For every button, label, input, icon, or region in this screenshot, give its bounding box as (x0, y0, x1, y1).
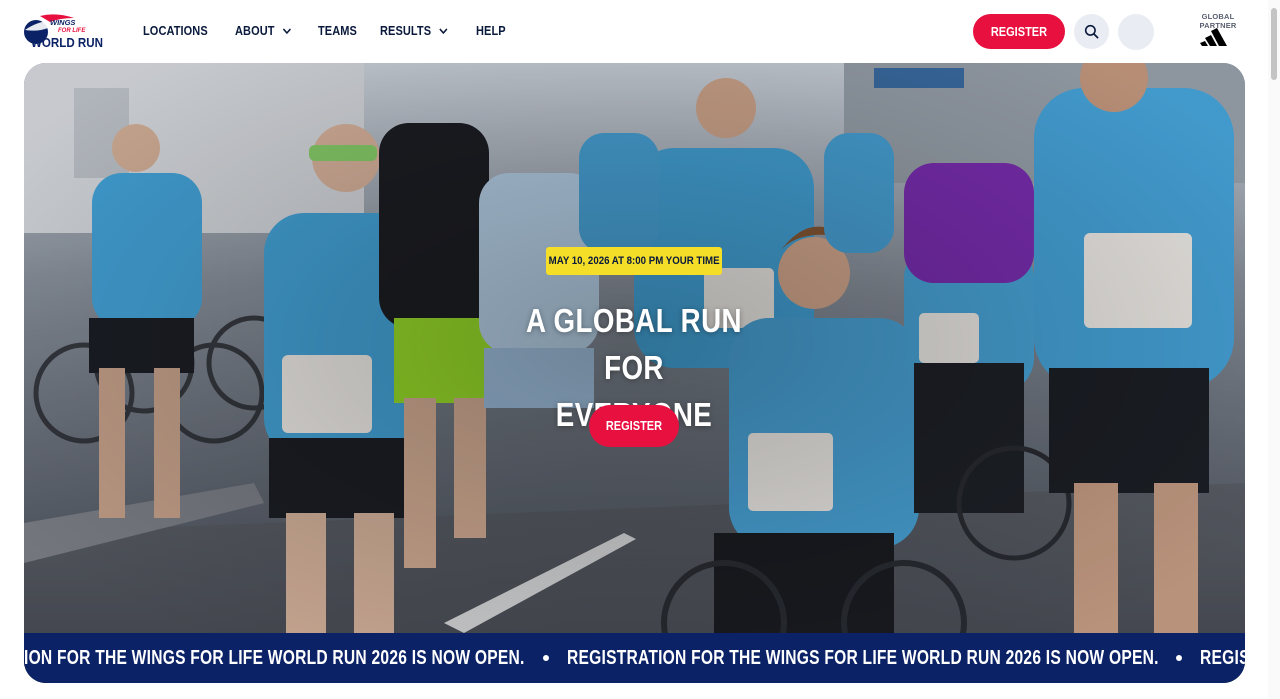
ticker-text: REGISTRATION FOR THE W (1200, 646, 1245, 669)
scrollbar-thumb[interactable] (1271, 8, 1277, 80)
hero-register-button[interactable]: REGISTER (589, 405, 679, 447)
nav-item-about[interactable]: ABOUT (235, 24, 292, 38)
svg-text:WORLD RUN: WORLD RUN (31, 35, 103, 50)
event-date-badge: MAY 10, 2026 AT 8:00 PM YOUR TIME (546, 247, 722, 275)
nav-item-results[interactable]: RESULTS (380, 24, 449, 38)
ticker-text: REGISTRATION FOR THE WINGS FOR LIFE WORL… (566, 646, 1159, 669)
nav-item-locations[interactable]: LOCATIONS (143, 24, 208, 38)
ticker-text: ION FOR THE WINGS FOR LIFE WORLD RUN 202… (24, 646, 525, 669)
nav-label-about: ABOUT (234, 24, 275, 38)
ticker-separator (1176, 655, 1183, 661)
nav-label-help: HELP (475, 24, 506, 38)
nav-label-teams: TEAMS (317, 24, 357, 38)
wings-for-life-world-run-logo[interactable]: WINGS FOR LIFE WORLD RUN (22, 10, 108, 52)
nav-label-results: RESULTS (379, 24, 431, 38)
page-scrollbar[interactable] (1268, 0, 1280, 699)
registration-ticker: ION FOR THE WINGS FOR LIFE WORLD RUN 202… (24, 633, 1245, 683)
chevron-down-icon (282, 28, 291, 35)
ticker-track: ION FOR THE WINGS FOR LIFE WORLD RUN 202… (24, 633, 1245, 683)
main-nav: LOCATIONS ABOUT TEAMS RESULTS HELP (143, 0, 528, 62)
nav-item-teams[interactable]: TEAMS (318, 24, 357, 38)
svg-text:FOR LIFE: FOR LIFE (58, 28, 86, 34)
ticker-separator (542, 655, 549, 661)
hero-title-line-1: A GLOBAL RUN (525, 302, 743, 339)
site-header: WINGS FOR LIFE WORLD RUN LOCATIONS ABOUT… (0, 0, 1280, 62)
register-button[interactable]: REGISTER (973, 14, 1065, 49)
nav-item-help[interactable]: HELP (476, 24, 506, 38)
search-icon (1084, 24, 1099, 39)
register-button-label: REGISTER (990, 24, 1048, 39)
adidas-logo[interactable] (1200, 24, 1234, 48)
search-button[interactable] (1074, 14, 1109, 49)
chevron-down-icon (439, 28, 448, 35)
svg-text:WINGS: WINGS (50, 18, 75, 27)
hero-banner: MAY 10, 2026 AT 8:00 PM YOUR TIME A GLOB… (24, 63, 1245, 683)
hero-content: MAY 10, 2026 AT 8:00 PM YOUR TIME A GLOB… (24, 63, 1245, 633)
account-button[interactable] (1118, 14, 1154, 50)
event-date-text: MAY 10, 2026 AT 8:00 PM YOUR TIME (548, 255, 720, 267)
hero-register-label: REGISTER (605, 419, 663, 433)
nav-label-locations: LOCATIONS (143, 24, 208, 38)
